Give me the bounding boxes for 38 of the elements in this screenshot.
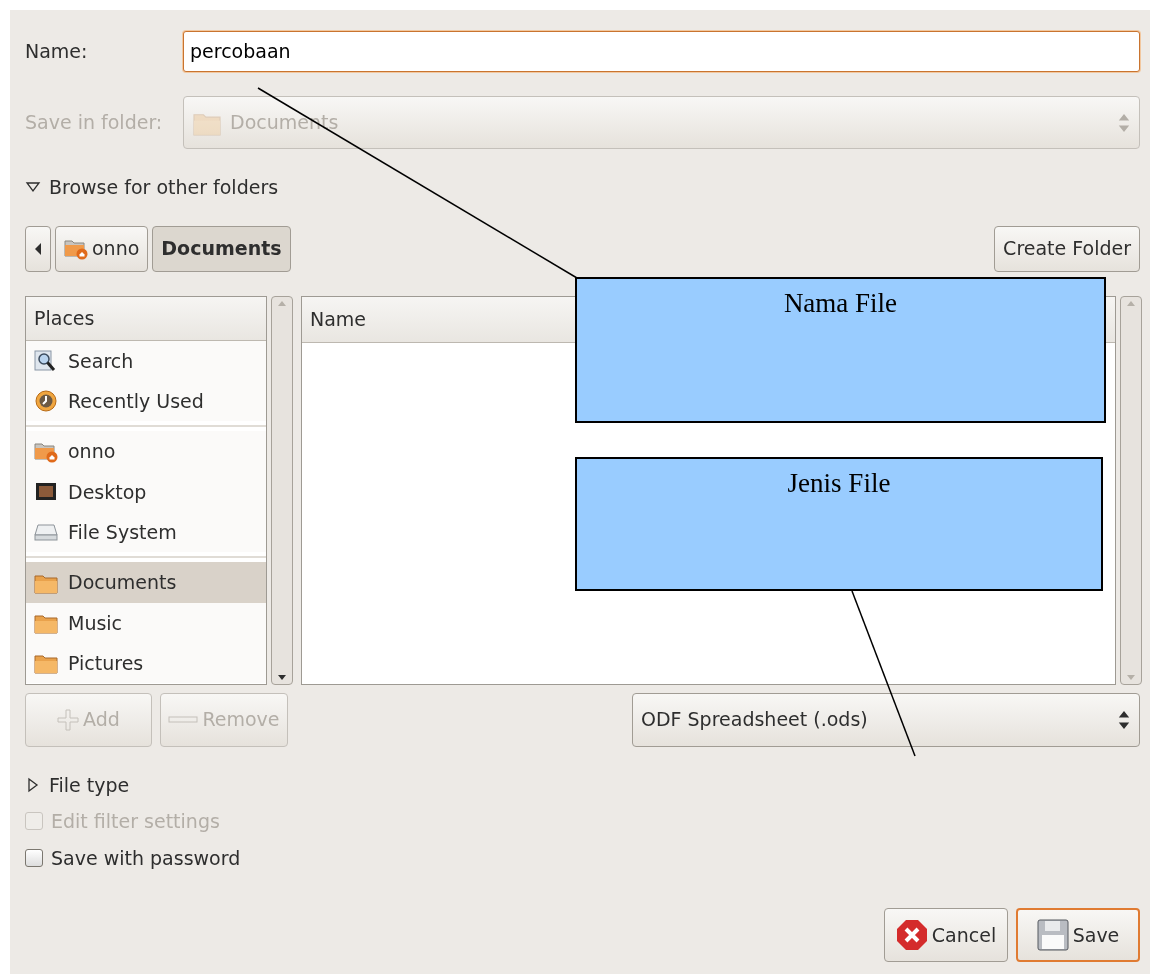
- clock-icon: [34, 390, 58, 413]
- path-button[interactable]: Documents: [152, 225, 291, 272]
- places-item[interactable]: Music: [26, 602, 266, 644]
- file-type-dropdown[interactable]: ODF Spreadsheet (.ods): [632, 692, 1140, 747]
- save-in-folder-label: Save in folder:: [25, 110, 164, 136]
- places-header[interactable]: Places: [26, 296, 266, 341]
- floppy-icon: [1036, 919, 1069, 951]
- file-list-scrollbar[interactable]: [1120, 295, 1142, 685]
- places-item[interactable]: Pictures: [26, 643, 266, 684]
- cancel-icon: [895, 919, 928, 951]
- monitor-icon: [34, 480, 58, 503]
- callout-box: Nama File: [575, 277, 1106, 423]
- places-item[interactable]: Recently Used: [26, 381, 266, 422]
- name-field[interactable]: percobaan: [183, 30, 1140, 72]
- minus-icon: [168, 714, 199, 725]
- drive-icon: [34, 521, 58, 544]
- cancel-button[interactable]: Cancel: [884, 908, 1008, 962]
- path-button[interactable]: onno: [55, 225, 149, 272]
- create-folder-button[interactable]: Create Folder: [994, 225, 1140, 272]
- plus-icon: [57, 708, 80, 731]
- home-folder-icon: [64, 237, 88, 260]
- left-arrow-icon: [34, 241, 42, 256]
- back-button[interactable]: [25, 225, 51, 272]
- places-item[interactable]: Search: [26, 340, 266, 382]
- callout-box: Jenis File: [575, 457, 1103, 591]
- places-item[interactable]: File System: [26, 512, 266, 553]
- places-scrollbar[interactable]: [271, 295, 293, 685]
- places-item[interactable]: Documents: [26, 562, 266, 603]
- expander-toggle[interactable]: Browse for other folders: [25, 173, 279, 202]
- checkbox-option[interactable]: Save with password: [25, 843, 1140, 872]
- name-label: Name:: [25, 38, 89, 64]
- search-icon: [34, 349, 58, 372]
- places-item[interactable]: onno: [26, 431, 266, 472]
- places-item[interactable]: Desktop: [26, 471, 266, 513]
- expander-toggle[interactable]: File type: [25, 770, 130, 799]
- save-button[interactable]: Save: [1016, 908, 1140, 962]
- folder-icon: [34, 652, 58, 675]
- home-folder-icon: [34, 440, 58, 463]
